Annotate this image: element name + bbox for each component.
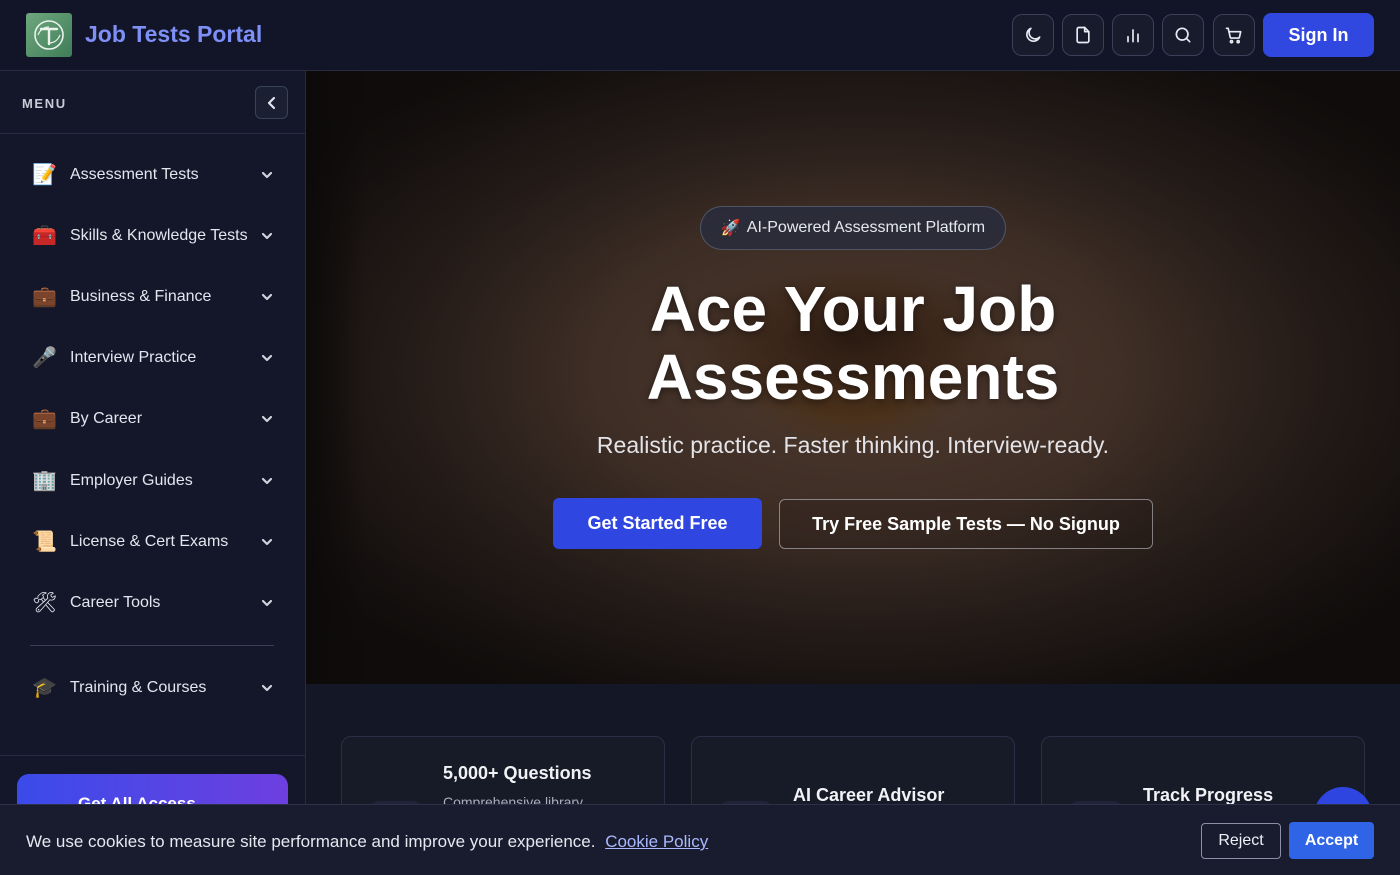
sidebar-divider — [30, 645, 274, 646]
sidebar-item-label: By Career — [70, 410, 143, 427]
logo-emblem-icon — [34, 20, 64, 50]
office-building-icon: 🏢 — [32, 470, 57, 492]
collapse-sidebar-button[interactable] — [255, 86, 288, 119]
stats-button[interactable] — [1112, 14, 1154, 56]
chevron-down-icon — [260, 351, 274, 365]
chevron-down-icon — [260, 290, 274, 304]
sidebar-item-career-tools[interactable]: 🛠 Career Tools — [22, 580, 284, 626]
sidebar-item-assessment-tests[interactable]: 📝 Assessment Tests — [22, 152, 284, 198]
hero-title-line-1: Ace Your Job — [649, 273, 1057, 345]
moon-icon — [1026, 27, 1041, 42]
chevron-down-icon — [260, 412, 274, 426]
scroll-icon: 📜 — [32, 531, 57, 553]
theme-toggle-button[interactable] — [1012, 14, 1054, 56]
chevron-down-icon — [260, 596, 274, 610]
logo[interactable] — [26, 13, 72, 57]
chevron-down-icon — [260, 229, 274, 243]
sidebar-item-license-cert-exams[interactable]: 📜 License & Cert Exams — [22, 519, 284, 565]
search-button[interactable] — [1162, 14, 1204, 56]
hero-title-line-2: Assessments — [646, 341, 1060, 413]
try-sample-tests-button[interactable]: Try Free Sample Tests — No Signup — [779, 499, 1153, 549]
cart-icon — [1225, 27, 1242, 44]
sidebar-footer-divider — [0, 755, 306, 756]
cookie-policy-link[interactable]: Cookie Policy — [605, 832, 708, 851]
platform-badge: 🚀 AI-Powered Assessment Platform — [700, 206, 1006, 250]
sidebar-item-skills-knowledge[interactable]: 🧰 Skills & Knowledge Tests — [22, 213, 284, 259]
sidebar: MENU 📝 Assessment Tests 🧰 Skills & Knowl… — [0, 71, 306, 875]
briefcase-icon: 💼 — [32, 408, 57, 430]
sidebar-item-label: Career Tools — [70, 594, 161, 611]
sidebar-item-training-courses[interactable]: 🎓 Training & Courses — [22, 665, 284, 711]
chevron-down-icon — [260, 681, 274, 695]
get-started-button[interactable]: Get Started Free — [553, 498, 762, 549]
reject-cookies-button[interactable]: Reject — [1201, 823, 1281, 859]
sidebar-item-label: Skills & Knowledge Tests — [70, 227, 248, 244]
sign-in-button[interactable]: Sign In — [1263, 13, 1374, 57]
sidebar-item-interview-practice[interactable]: 🎤 Interview Practice — [22, 335, 284, 381]
sidebar-item-label: Employer Guides — [70, 472, 193, 489]
graduation-cap-icon: 🎓 — [32, 677, 57, 699]
chevron-left-icon — [267, 96, 275, 109]
chevron-down-icon — [260, 168, 274, 182]
bar-chart-icon — [1127, 29, 1139, 43]
rocket-icon: 🚀 — [720, 220, 741, 237]
chevron-down-icon — [260, 474, 274, 488]
tools-icon: 🛠 — [32, 592, 58, 614]
sidebar-item-employer-guides[interactable]: 🏢 Employer Guides — [22, 458, 284, 504]
platform-badge-text: AI-Powered Assessment Platform — [746, 219, 986, 236]
cookie-message: We use cookies to measure site performan… — [26, 832, 708, 852]
sidebar-item-label: Assessment Tests — [70, 166, 199, 183]
cart-button[interactable] — [1213, 14, 1255, 56]
sidebar-item-label: Training & Courses — [70, 679, 207, 696]
cookie-banner: We use cookies to measure site performan… — [0, 804, 1400, 875]
notepad-icon: 📝 — [32, 164, 57, 186]
hero-section: 🚀 AI-Powered Assessment Platform Ace You… — [306, 71, 1400, 684]
feature-title: Track Progress — [1143, 785, 1274, 805]
toolbox-icon: 🧰 — [32, 225, 57, 247]
accept-cookies-button[interactable]: Accept — [1289, 822, 1374, 859]
sidebar-item-label: Interview Practice — [70, 349, 197, 366]
sidebar-header: MENU — [0, 71, 305, 134]
sidebar-item-label: License & Cert Exams — [70, 533, 229, 550]
feature-title: AI Career Advisor — [793, 785, 945, 805]
sidebar-item-by-career[interactable]: 💼 By Career — [22, 396, 284, 442]
sidebar-item-label: Business & Finance — [70, 288, 212, 305]
documents-button[interactable] — [1062, 14, 1104, 56]
brand-name[interactable]: Job Tests Portal — [85, 21, 262, 48]
top-bar: Job Tests Portal Sign In — [0, 0, 1400, 71]
microphone-icon: 🎤 — [32, 347, 57, 369]
briefcase-icon: 💼 — [32, 286, 57, 308]
feature-title: 5,000+ Questions — [443, 763, 592, 783]
sidebar-title: MENU — [22, 96, 67, 111]
search-icon — [1175, 27, 1191, 43]
hero-subtitle: Realistic practice. Faster thinking. Int… — [596, 432, 1110, 458]
chevron-down-icon — [260, 535, 274, 549]
sidebar-item-business-finance[interactable]: 💼 Business & Finance — [22, 274, 284, 320]
document-icon — [1076, 26, 1090, 44]
hero-title: Ace Your Job Assessments — [306, 275, 1400, 411]
cookie-text: We use cookies to measure site performan… — [26, 832, 596, 851]
